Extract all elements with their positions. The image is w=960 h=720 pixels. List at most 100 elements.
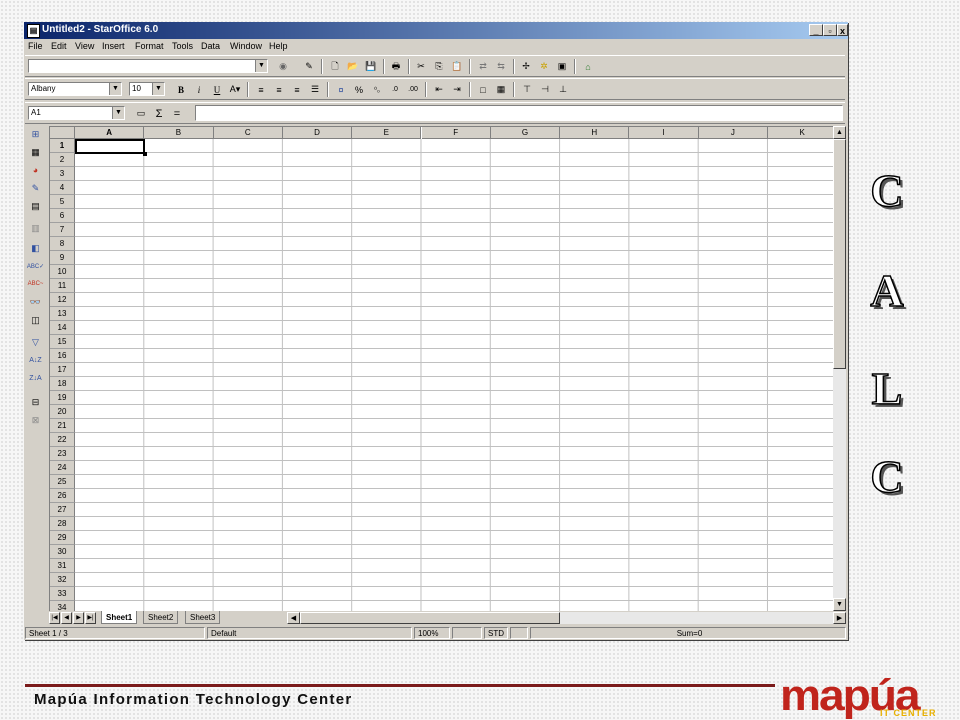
- chevron-down-icon[interactable]: ▼: [152, 83, 164, 95]
- autofilter-icon[interactable]: ▽: [28, 335, 43, 349]
- row-header[interactable]: 18: [50, 377, 75, 391]
- row-header[interactable]: 10: [50, 265, 75, 279]
- column-header[interactable]: K: [768, 127, 834, 139]
- column-header[interactable]: E: [352, 127, 422, 139]
- row-header[interactable]: 9: [50, 251, 75, 265]
- stylist-icon[interactable]: ✲: [536, 59, 552, 74]
- row-header[interactable]: 27: [50, 503, 75, 517]
- app-icon[interactable]: ▤: [27, 24, 40, 38]
- row-header[interactable]: 3: [50, 167, 75, 181]
- status-selection-mode[interactable]: STD: [484, 627, 508, 639]
- form-functions-icon[interactable]: ▤: [28, 199, 43, 213]
- row-header[interactable]: 4: [50, 181, 75, 195]
- currency-icon[interactable]: ¤: [333, 82, 349, 97]
- status-page-style[interactable]: Default: [207, 627, 412, 639]
- horizontal-scroll-thumb[interactable]: [300, 612, 560, 624]
- scroll-left-icon[interactable]: ◀: [287, 612, 300, 624]
- restore-button[interactable]: ▫: [823, 24, 837, 36]
- align-middle-icon[interactable]: ⊣: [537, 82, 553, 97]
- row-header[interactable]: 14: [50, 321, 75, 335]
- vertical-scrollbar[interactable]: ▲ ▼: [833, 126, 846, 611]
- url-combo[interactable]: ▼: [28, 59, 268, 73]
- redo-icon[interactable]: ⇆: [493, 59, 509, 74]
- menu-help[interactable]: Help: [269, 41, 288, 51]
- row-header[interactable]: 22: [50, 433, 75, 447]
- row-header[interactable]: 5: [50, 195, 75, 209]
- open-icon[interactable]: 📂: [345, 59, 361, 74]
- first-sheet-icon[interactable]: |◀: [49, 612, 60, 624]
- active-cell-a1[interactable]: [75, 139, 147, 156]
- row-header[interactable]: 30: [50, 545, 75, 559]
- horizontal-scrollbar[interactable]: ◀ ▶: [287, 612, 846, 624]
- data-source-icon[interactable]: ◫: [28, 313, 43, 327]
- row-header[interactable]: 17: [50, 363, 75, 377]
- close-button[interactable]: x: [837, 24, 848, 36]
- row-header[interactable]: 19: [50, 391, 75, 405]
- menu-file[interactable]: File: [28, 41, 43, 51]
- column-header[interactable]: A: [75, 127, 145, 139]
- column-header[interactable]: C: [213, 127, 283, 139]
- sheet-tab-1[interactable]: Sheet1: [101, 611, 138, 624]
- bold-button[interactable]: B: [173, 82, 189, 97]
- show-draw-functions-icon[interactable]: ✎: [28, 181, 43, 195]
- minimize-button[interactable]: _: [809, 24, 823, 36]
- sheet-tab-3[interactable]: Sheet3: [185, 611, 221, 624]
- menu-tools[interactable]: Tools: [172, 41, 193, 51]
- font-color-icon[interactable]: A▾: [227, 82, 243, 97]
- align-top-icon[interactable]: ⊤: [519, 82, 535, 97]
- column-header[interactable]: J: [698, 127, 768, 139]
- row-header[interactable]: 8: [50, 237, 75, 251]
- gallery-icon[interactable]: ▣: [554, 59, 570, 74]
- row-header[interactable]: 2: [50, 153, 75, 167]
- find-replace-icon[interactable]: 👓: [28, 295, 43, 309]
- sheet-tab-2[interactable]: Sheet2: [143, 611, 179, 624]
- menu-insert[interactable]: Insert: [102, 41, 125, 51]
- row-header[interactable]: 20: [50, 405, 75, 419]
- title-bar[interactable]: ▤ Untitled2 - StarOffice 6.0 _ ▫ x: [24, 22, 848, 39]
- column-header[interactable]: F: [421, 127, 491, 139]
- data-sources-icon[interactable]: ⌂: [580, 59, 596, 74]
- row-header[interactable]: 1: [50, 139, 75, 153]
- chevron-down-icon[interactable]: ▼: [109, 83, 121, 95]
- stop-icon[interactable]: ◉: [275, 59, 291, 74]
- number-format-icon[interactable]: ⁰₀: [369, 82, 385, 97]
- prev-sheet-icon[interactable]: ◀: [61, 612, 72, 624]
- new-icon[interactable]: 🗋: [327, 59, 343, 74]
- align-center-icon[interactable]: ≡: [271, 82, 287, 97]
- row-header[interactable]: 6: [50, 209, 75, 223]
- row-header[interactable]: 26: [50, 489, 75, 503]
- row-header[interactable]: 12: [50, 293, 75, 307]
- row-header[interactable]: 23: [50, 447, 75, 461]
- name-box[interactable]: A1 ▼: [28, 106, 125, 120]
- row-header[interactable]: 11: [50, 279, 75, 293]
- sort-descending-icon[interactable]: Z↓A: [28, 371, 43, 385]
- percent-icon[interactable]: %: [351, 82, 367, 97]
- row-header[interactable]: 28: [50, 517, 75, 531]
- menu-view[interactable]: View: [75, 41, 94, 51]
- menu-format[interactable]: Format: [135, 41, 164, 51]
- increase-indent-icon[interactable]: ⇥: [449, 82, 465, 97]
- menu-window[interactable]: Window: [230, 41, 262, 51]
- insert-object-icon[interactable]: ◕: [28, 163, 43, 177]
- row-header[interactable]: 25: [50, 475, 75, 489]
- select-all-corner[interactable]: [50, 127, 75, 139]
- function-button[interactable]: =: [169, 106, 185, 121]
- row-header[interactable]: 24: [50, 461, 75, 475]
- row-header[interactable]: 33: [50, 587, 75, 601]
- column-header[interactable]: B: [144, 127, 214, 139]
- edit-file-icon[interactable]: ✎: [301, 59, 317, 74]
- save-icon[interactable]: 💾: [363, 59, 379, 74]
- row-header[interactable]: 31: [50, 559, 75, 573]
- background-color-icon[interactable]: ▦: [493, 82, 509, 97]
- menu-edit[interactable]: Edit: [51, 41, 67, 51]
- borders-icon[interactable]: □: [475, 82, 491, 97]
- column-header[interactable]: H: [560, 127, 630, 139]
- column-header[interactable]: D: [282, 127, 353, 139]
- spellcheck-icon[interactable]: ABC✓: [27, 259, 44, 273]
- print-icon[interactable]: 🖶: [388, 59, 404, 74]
- formula-input[interactable]: [195, 105, 843, 121]
- align-right-icon[interactable]: ≡: [289, 82, 305, 97]
- column-header[interactable]: I: [629, 127, 699, 139]
- function-autopilot-icon[interactable]: ▭: [133, 106, 149, 121]
- italic-button[interactable]: i: [191, 82, 207, 97]
